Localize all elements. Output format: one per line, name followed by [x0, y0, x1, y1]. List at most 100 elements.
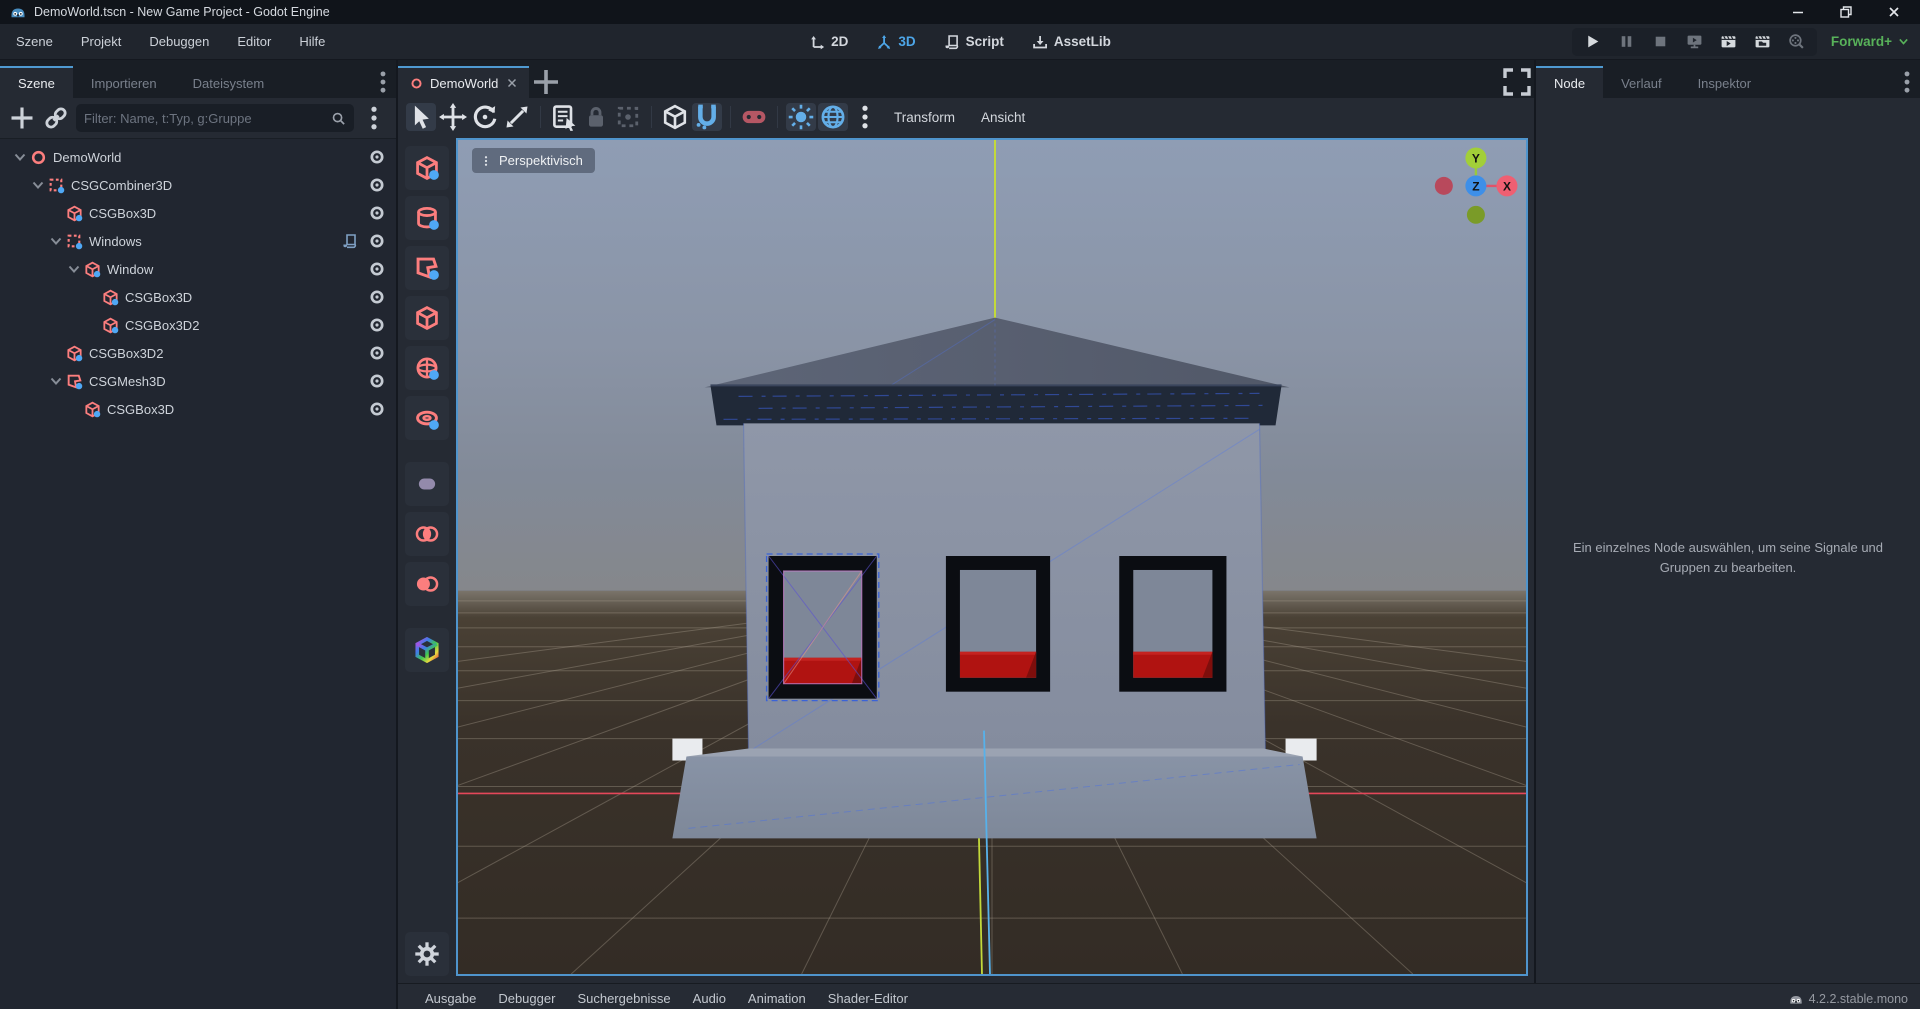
movie-maker-button[interactable] — [1788, 33, 1805, 50]
perspective-menu[interactable]: Perspektivisch — [472, 148, 595, 173]
renderer-selector[interactable]: Forward+ — [1831, 34, 1910, 49]
add-node-button[interactable] — [8, 104, 36, 132]
play-remote-button[interactable] — [1686, 33, 1703, 50]
tool-move-button[interactable] — [438, 103, 468, 131]
tool-rotate-button[interactable] — [470, 103, 500, 131]
tree-indent — [48, 345, 64, 361]
left-tab-dateisystem[interactable]: Dateisystem — [175, 66, 283, 98]
new-scene-tab-button[interactable] — [529, 66, 563, 98]
play-scene-button[interactable] — [1720, 33, 1737, 50]
menu-editor[interactable]: Editor — [227, 30, 281, 53]
tree-node-csgcombiner3d[interactable]: CSGCombiner3D — [0, 171, 396, 199]
tree-node-csgbox3d[interactable]: CSGBox3D — [0, 395, 396, 423]
csg-torus-button[interactable] — [405, 396, 449, 440]
scene-tree-menu-button[interactable] — [360, 104, 388, 132]
list-select-button[interactable] — [549, 103, 579, 131]
tree-node-window[interactable]: Window — [0, 255, 396, 283]
op-union-button[interactable] — [405, 462, 449, 506]
bottom-panel-audio[interactable]: Audio — [682, 988, 737, 1009]
menu-szene[interactable]: Szene — [6, 30, 63, 53]
tree-collapse-icon[interactable] — [66, 261, 82, 277]
op-intersection-button[interactable] — [405, 512, 449, 556]
visibility-eye-icon[interactable] — [368, 316, 386, 334]
use-snap-button[interactable] — [692, 103, 722, 131]
tree-node-csgbox3d2[interactable]: CSGBox3D2 — [0, 339, 396, 367]
right-tab-inspektor[interactable]: Inspektor — [1680, 66, 1769, 98]
menu-hilfe[interactable]: Hilfe — [289, 30, 335, 53]
visibility-eye-icon[interactable] — [368, 260, 386, 278]
viewport-menu-transform[interactable]: Transform — [882, 106, 967, 129]
bottom-panel-debugger[interactable]: Debugger — [487, 988, 566, 1009]
close-tab-icon[interactable] — [505, 76, 519, 90]
tree-node-demoworld[interactable]: DemoWorld — [0, 143, 396, 171]
tool-scale-button[interactable] — [502, 103, 532, 131]
op-subtraction-button[interactable] — [405, 562, 449, 606]
visibility-eye-icon[interactable] — [368, 288, 386, 306]
tree-node-csgmesh3d[interactable]: CSGMesh3D — [0, 367, 396, 395]
scene-tab-label: DemoWorld — [430, 76, 498, 91]
visibility-eye-icon[interactable] — [368, 232, 386, 250]
bottom-panel-animation[interactable]: Animation — [737, 988, 817, 1009]
group-selected-button[interactable] — [613, 103, 643, 131]
viewport-3d[interactable]: Y X Z Perspektivisch — [456, 138, 1528, 976]
preview-settings-button[interactable] — [850, 103, 880, 131]
right-tab-node[interactable]: Node — [1536, 66, 1603, 98]
script-icon[interactable] — [342, 233, 358, 249]
csg-options-gear-button[interactable] — [405, 932, 449, 976]
left-tab-importieren[interactable]: Importieren — [73, 66, 175, 98]
distraction-free-button[interactable] — [1500, 66, 1534, 98]
gridmap-button[interactable] — [405, 628, 449, 672]
workspace-2d[interactable]: 2D — [800, 30, 857, 54]
workspace-script[interactable]: Script — [935, 30, 1013, 54]
csg-sphere-button[interactable] — [405, 346, 449, 390]
preview-environment-button[interactable] — [818, 103, 848, 131]
visibility-eye-icon[interactable] — [368, 344, 386, 362]
tree-indent — [84, 317, 100, 333]
tree-collapse-icon[interactable] — [48, 373, 64, 389]
visibility-eye-icon[interactable] — [368, 148, 386, 166]
visibility-eye-icon[interactable] — [368, 176, 386, 194]
bottom-panel-suchergebnisse[interactable]: Suchergebnisse — [566, 988, 681, 1009]
close-button[interactable] — [1886, 4, 1902, 20]
pause-button[interactable] — [1618, 33, 1635, 50]
right-dock-menu-icon[interactable] — [1894, 66, 1920, 98]
tool-select-button[interactable] — [406, 103, 436, 131]
minimize-button[interactable] — [1790, 4, 1806, 20]
viewport-menu-ansicht[interactable]: Ansicht — [969, 106, 1037, 129]
instance-scene-button[interactable] — [42, 104, 70, 132]
csg-box-icon — [84, 261, 101, 278]
restore-button[interactable] — [1838, 4, 1854, 20]
tree-collapse-icon[interactable] — [48, 233, 64, 249]
scene-filter-input[interactable] — [84, 111, 331, 126]
tree-collapse-icon[interactable] — [30, 177, 46, 193]
visibility-eye-icon[interactable] — [368, 372, 386, 390]
tree-node-csgbox3d[interactable]: CSGBox3D — [0, 199, 396, 227]
camera-override-button[interactable] — [739, 103, 769, 131]
tree-collapse-icon[interactable] — [12, 149, 28, 165]
menu-projekt[interactable]: Projekt — [71, 30, 131, 53]
play-custom-scene-button[interactable] — [1754, 33, 1771, 50]
tree-node-windows[interactable]: Windows — [0, 227, 396, 255]
left-tab-szene[interactable]: Szene — [0, 66, 73, 98]
csg-box-button[interactable] — [405, 146, 449, 190]
bottom-panel-shader-editor[interactable]: Shader-Editor — [817, 988, 919, 1009]
tree-node-csgbox3d[interactable]: CSGBox3D — [0, 283, 396, 311]
visibility-eye-icon[interactable] — [368, 400, 386, 418]
menu-debuggen[interactable]: Debuggen — [139, 30, 219, 53]
visibility-eye-icon[interactable] — [368, 204, 386, 222]
scene-tab-demoworld[interactable]: DemoWorld — [398, 66, 529, 98]
use-local-space-button[interactable] — [660, 103, 690, 131]
csg-polygon-button[interactable] — [405, 296, 449, 340]
play-button[interactable] — [1584, 33, 1601, 50]
tree-node-csgbox3d2[interactable]: CSGBox3D2 — [0, 311, 396, 339]
csg-mesh-button[interactable] — [405, 246, 449, 290]
workspace-assetlib[interactable]: AssetLib — [1023, 30, 1120, 54]
right-tab-verlauf[interactable]: Verlauf — [1603, 66, 1679, 98]
csg-cylinder-button[interactable] — [405, 196, 449, 240]
preview-sunlight-button[interactable] — [786, 103, 816, 131]
left-dock-menu-icon[interactable] — [370, 66, 396, 98]
bottom-panel-ausgabe[interactable]: Ausgabe — [414, 988, 487, 1009]
stop-button[interactable] — [1652, 33, 1669, 50]
workspace-3d[interactable]: 3D — [867, 30, 924, 54]
lock-selected-button[interactable] — [581, 103, 611, 131]
